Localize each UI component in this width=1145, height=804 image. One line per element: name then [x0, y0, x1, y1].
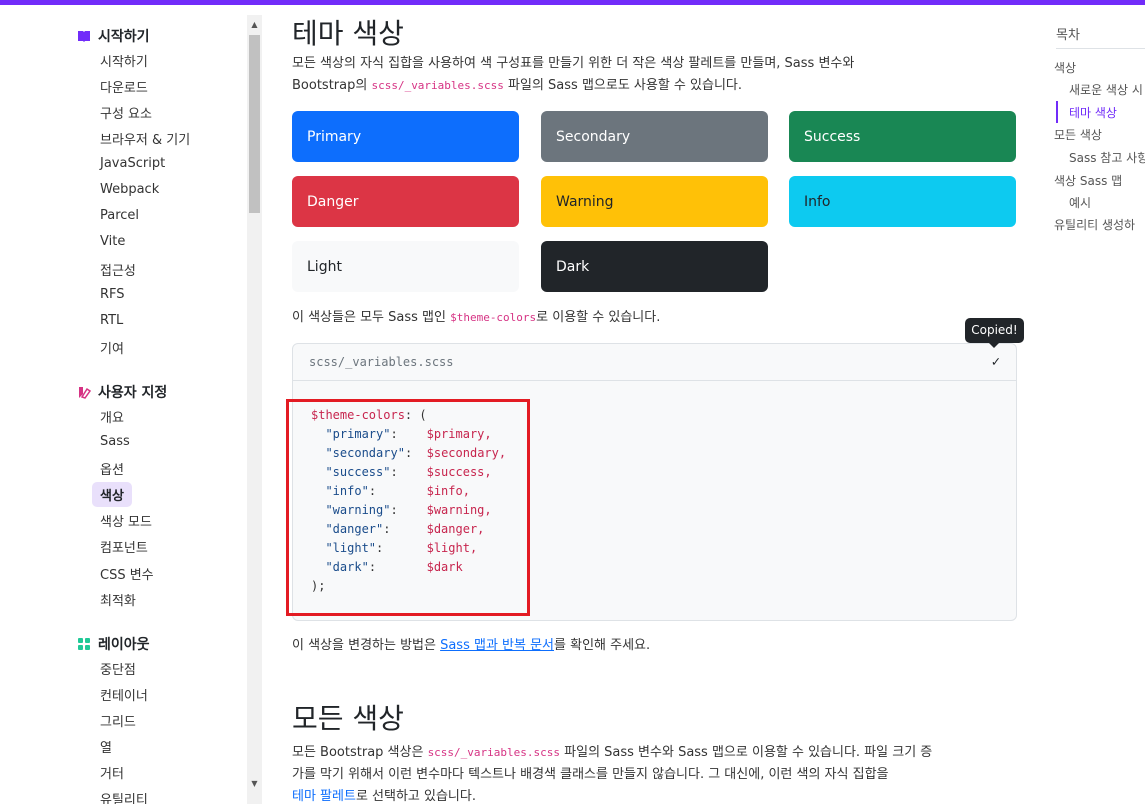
theme-colors-map-note: 이 색상들은 모두 Sass 맵인 $theme-colors로 이용할 수 있…: [292, 307, 1022, 329]
inline-code-variables: scss/_variables.scss: [371, 79, 504, 92]
all-colors-text-2: 가를 막기 위해서 이런 변수마다 텍스트나 배경색 클래스를 만들지 않습니다…: [292, 767, 889, 782]
sidebar-group-getting-started[interactable]: 시작하기: [76, 26, 150, 46]
theme-colors-intro: 모든 색상의 자식 집합을 사용하여 색 구성표를 만들기 위한 더 작은 색상…: [292, 53, 1022, 97]
intro-text-2b: 파일의 Sass 맵으로도 사용할 수 있습니다.: [503, 78, 742, 93]
copy-check-icon[interactable]: ✓: [992, 354, 1000, 370]
sidebar-item-breakpoints[interactable]: 중단점: [100, 659, 136, 678]
toc-divider: [1056, 48, 1145, 49]
grid-icon: [76, 636, 92, 652]
code-snippet-header: scss/_variables.scss ✓: [293, 344, 1016, 381]
theme-palette-link[interactable]: 테마 팔레트: [292, 789, 356, 804]
change-colors-note: 이 색상을 변경하는 방법은 Sass 맵과 반복 문서를 확인해 주세요.: [292, 635, 1022, 657]
scroll-up-arrow-icon[interactable]: ▲: [249, 19, 260, 30]
swatch-secondary: Secondary: [541, 111, 768, 162]
toc-title: 목차: [1056, 28, 1080, 43]
sidebar-item-browsers[interactable]: 브라우저 & 기기: [100, 129, 190, 148]
sidebar-item-containers[interactable]: 컨테이너: [100, 685, 148, 704]
toc-item-example[interactable]: 예시: [1069, 194, 1091, 211]
sidebar-item-start[interactable]: 시작하기: [100, 51, 148, 70]
intro-text: 모든 색상의 자식 집합을 사용하여 색 구성표를 만들기 위한 더 작은 색상…: [292, 56, 855, 71]
sidebar-item-accessibility[interactable]: 접근성: [100, 260, 136, 279]
all-colors-text-1b: 파일의 Sass 변수와 Sass 맵으로 이용할 수 있습니다. 파일 크기 …: [560, 745, 933, 760]
sidebar-item-grid[interactable]: 그리드: [100, 711, 136, 730]
swatch-dark: Dark: [541, 241, 768, 292]
sidebar-group-layout[interactable]: 레이아웃: [76, 634, 150, 654]
sidebar-item-columns[interactable]: 열: [100, 737, 112, 756]
map-text-prefix: 이 색상들은 모두 Sass 맵인: [292, 310, 451, 325]
section-heading-theme-colors: 테마 색상: [292, 17, 404, 50]
intro-text-2a: Bootstrap의: [292, 78, 372, 93]
sidebar-item-webpack[interactable]: Webpack: [100, 182, 159, 197]
inline-code-theme-colors: $theme-colors: [450, 311, 537, 324]
sidebar-item-sass[interactable]: Sass: [100, 434, 130, 449]
scrollbar-thumb[interactable]: [249, 35, 260, 213]
sidebar-item-download[interactable]: 다운로드: [100, 77, 148, 96]
toc-item-color-sass-maps[interactable]: 색상 Sass 맵: [1054, 172, 1122, 189]
all-colors-intro: 모든 Bootstrap 색상은 scss/_variables.scss 파일…: [292, 742, 1027, 804]
copied-tooltip: Copied!: [965, 318, 1024, 343]
toc-item-all-colors[interactable]: 모든 색상: [1054, 126, 1102, 143]
sidebar-item-contents[interactable]: 구성 요소: [100, 103, 152, 122]
all-colors-text-3: 로 선택하고 있습니다.: [355, 789, 476, 804]
toc-item-generating-utilities[interactable]: 유틸리티 생성하: [1054, 216, 1135, 233]
toc-item-theme-colors[interactable]: 테마 색상: [1069, 104, 1117, 121]
sidebar-group-label: 시작하기: [98, 29, 150, 45]
palette-icon: [76, 384, 92, 400]
change-suffix: 를 확인해 주세요.: [554, 638, 651, 653]
tooltip-arrow: [989, 343, 999, 348]
sidebar-item-vite[interactable]: Vite: [100, 234, 125, 249]
code-filename: scss/_variables.scss: [309, 355, 454, 369]
swatch-warning: Warning: [541, 176, 768, 227]
sidebar-item-parcel[interactable]: Parcel: [100, 208, 139, 223]
sidebar-item-css-vars[interactable]: CSS 변수: [100, 564, 154, 583]
sidebar-item-contribute[interactable]: 기여: [100, 338, 124, 357]
sidebar-item-components[interactable]: 컴포넌트: [100, 537, 148, 556]
sidebar-item-utilities[interactable]: 유틸리티: [100, 789, 148, 804]
map-text-suffix: 로 이용할 수 있습니다.: [536, 310, 661, 325]
sidebar-item-color-modes[interactable]: 색상 모드: [100, 511, 152, 530]
sidebar-nav: 시작하기 시작하기 다운로드 구성 요소 브라우저 & 기기 JavaScrip…: [0, 5, 262, 804]
toc-item-new-colors[interactable]: 새로운 색상 시: [1069, 81, 1143, 98]
swatch-success: Success: [789, 111, 1016, 162]
scroll-down-arrow-icon[interactable]: ▼: [249, 778, 260, 789]
toc-item-colors[interactable]: 색상: [1054, 59, 1076, 76]
sass-maps-loops-link[interactable]: Sass 맵과 반복 문서: [440, 638, 554, 653]
sidebar-item-javascript[interactable]: JavaScript: [100, 156, 165, 171]
swatch-primary: Primary: [292, 111, 519, 162]
sidebar-item-color-active[interactable]: 색상: [92, 482, 132, 507]
sidebar-item-rtl[interactable]: RTL: [100, 313, 123, 328]
sidebar-item-optimize[interactable]: 최적화: [100, 590, 136, 609]
sidebar-item-gutters[interactable]: 거터: [100, 763, 124, 782]
inline-code-variables-2: scss/_variables.scss: [427, 746, 561, 759]
sidebar-group-label: 레이아웃: [98, 637, 150, 653]
sidebar-group-label: 사용자 지정: [98, 385, 168, 401]
change-prefix: 이 색상을 변경하는 방법은: [292, 638, 441, 653]
swatch-light: Light: [292, 241, 519, 292]
swatch-info: Info: [789, 176, 1016, 227]
section-heading-all-colors: 모든 색상: [292, 702, 404, 735]
sidebar-item-rfs[interactable]: RFS: [100, 287, 125, 302]
sidebar-item-overview[interactable]: 개요: [100, 407, 124, 426]
toc-item-sass-notes[interactable]: Sass 참고 사항: [1069, 149, 1145, 166]
sidebar-group-customize[interactable]: 사용자 지정: [76, 382, 167, 402]
swatch-danger: Danger: [292, 176, 519, 227]
sidebar-item-options[interactable]: 옵션: [100, 459, 124, 478]
toc-active-indicator: [1056, 101, 1058, 123]
all-colors-text-1a: 모든 Bootstrap 색상은: [292, 745, 428, 760]
book-icon: [76, 28, 92, 44]
red-highlight-annotation: [286, 399, 530, 616]
